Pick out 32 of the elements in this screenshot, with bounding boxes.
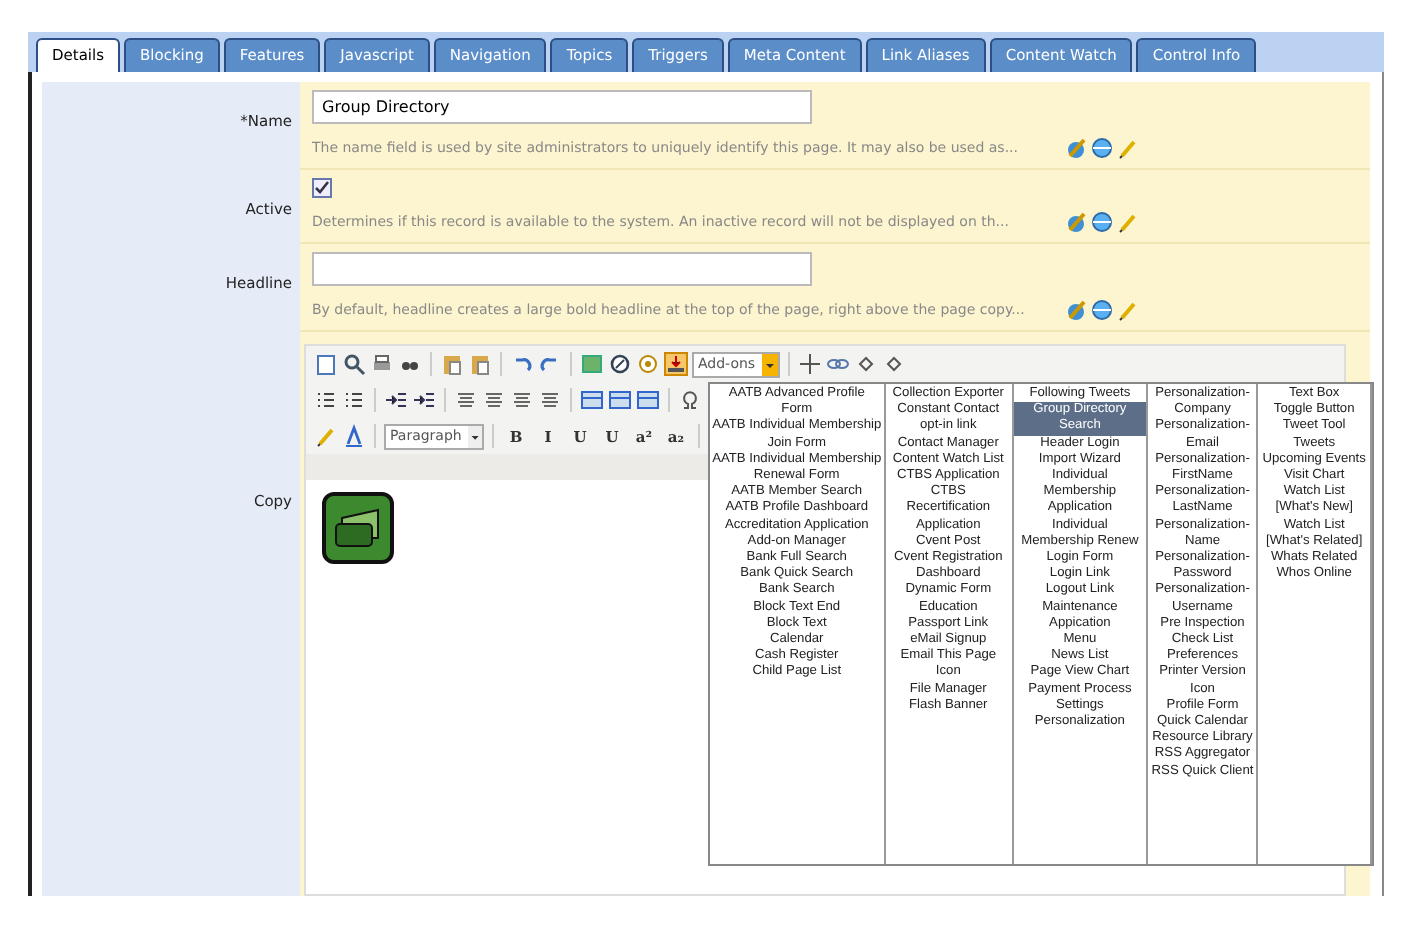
- table-icon[interactable]: [580, 388, 604, 412]
- checkbox[interactable]: [312, 178, 332, 198]
- undo-icon[interactable]: [510, 352, 534, 376]
- align-icon[interactable]: [538, 388, 562, 412]
- search-icon[interactable]: [342, 352, 366, 376]
- globe-icon[interactable]: [1090, 210, 1114, 234]
- table-icon[interactable]: [608, 388, 632, 412]
- indent-icon[interactable]: [412, 388, 436, 412]
- list-icon[interactable]: [342, 388, 366, 412]
- align-icon[interactable]: [454, 388, 478, 412]
- cross-icon[interactable]: [797, 352, 822, 376]
- redo-icon[interactable]: [538, 352, 562, 376]
- insert-icon[interactable]: [664, 352, 688, 376]
- text-field[interactable]: Group Directory: [312, 90, 812, 124]
- circle-icon[interactable]: [608, 352, 632, 376]
- text-field[interactable]: [312, 252, 812, 286]
- table-icon[interactable]: [636, 388, 660, 412]
- diamond-icon[interactable]: [881, 352, 906, 376]
- globe-icon[interactable]: [1090, 298, 1114, 322]
- globe-icon[interactable]: [1090, 136, 1114, 160]
- text-color-icon[interactable]: [342, 424, 366, 448]
- align-icon[interactable]: [510, 388, 534, 412]
- list-icon[interactable]: [314, 388, 338, 412]
- printer-icon[interactable]: [370, 352, 394, 376]
- diamond-icon[interactable]: [853, 352, 878, 376]
- embedded-image-icon: [322, 492, 394, 564]
- page-icon[interactable]: [314, 352, 338, 376]
- indent-icon[interactable]: [384, 388, 408, 412]
- align-icon[interactable]: [482, 388, 506, 412]
- clipboard-icon[interactable]: [440, 352, 464, 376]
- omega-icon[interactable]: [678, 388, 702, 412]
- clipboard-icon[interactable]: [468, 352, 492, 376]
